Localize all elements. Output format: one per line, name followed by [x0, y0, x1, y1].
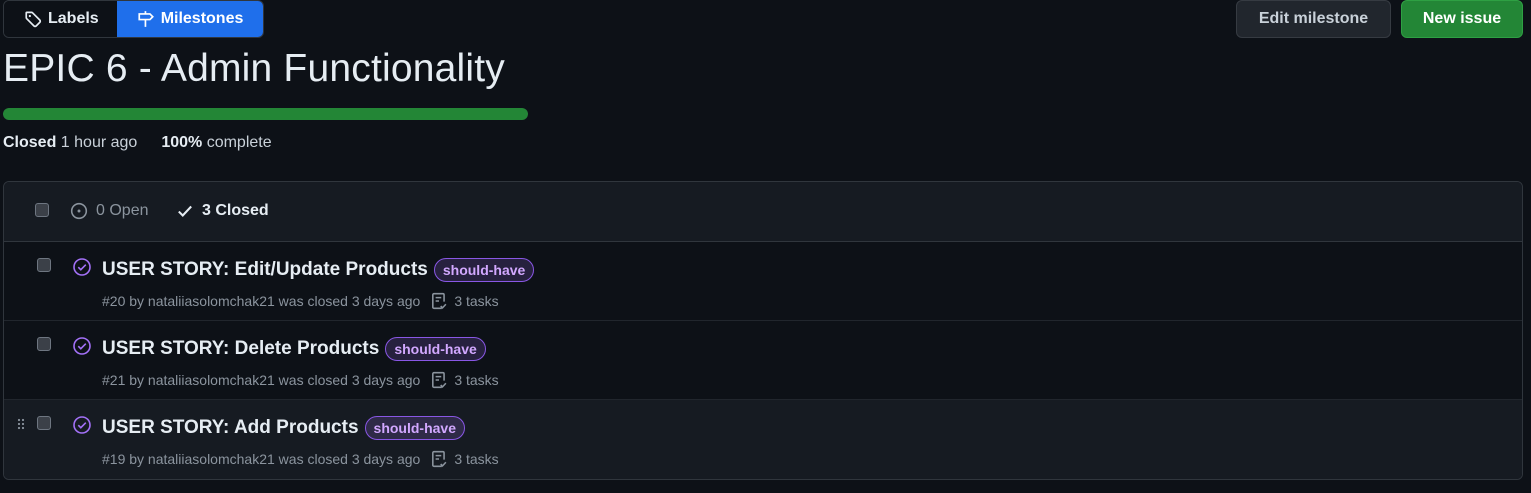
- tasklist-icon: [432, 292, 447, 310]
- closed-label: Closed: [3, 134, 57, 151]
- issue-meta: #20 by nataliiasolomchak21 was closed 3 …: [102, 292, 499, 310]
- issues-list-header: 0 Open 3 Closed: [4, 182, 1522, 242]
- new-issue-button[interactable]: New issue: [1401, 0, 1523, 38]
- closed-status: Closed 1 hour ago: [3, 134, 137, 152]
- tasklist-icon: [432, 371, 447, 389]
- issue-title-link[interactable]: USER STORY: Add Products: [102, 417, 359, 439]
- issue-title-line: USER STORY: Delete Products should-have: [102, 337, 486, 361]
- issue-meta-text: #21 by nataliiasolomchak21 was closed 3 …: [102, 372, 421, 388]
- completion-percent: 100%: [161, 134, 203, 151]
- milestone-title: EPIC 6 - Admin Functionality: [3, 47, 505, 90]
- issue-title-link[interactable]: USER STORY: Edit/Update Products: [102, 259, 428, 281]
- issue-tasks: 3 tasks: [430, 450, 499, 468]
- milestones-tab[interactable]: Milestones: [116, 1, 264, 37]
- issue-tasks: 3 tasks: [430, 292, 499, 310]
- open-issues-filter[interactable]: 0 Open: [70, 202, 148, 220]
- issue-title-line: USER STORY: Edit/Update Products should-…: [102, 258, 535, 282]
- issue-open-icon: [70, 202, 88, 220]
- milestones-tab-label: Milestones: [160, 10, 244, 27]
- completion-label: complete: [206, 134, 272, 151]
- issue-meta: #19 by nataliiasolomchak21 was closed 3 …: [102, 450, 499, 468]
- issue-closed-icon: [73, 337, 91, 355]
- milestone-progress-bar: [3, 108, 528, 120]
- issue-label[interactable]: should-have: [385, 337, 486, 361]
- issue-label[interactable]: should-have: [364, 416, 465, 440]
- milestone-icon: [138, 11, 154, 27]
- milestone-progress-fill: [3, 108, 528, 120]
- issue-meta-text: #20 by nataliiasolomchak21 was closed 3 …: [102, 293, 421, 309]
- issue-title-link[interactable]: USER STORY: Delete Products: [102, 338, 379, 360]
- issues-list: 0 Open 3 Closed USER STORY: Edit/Update …: [3, 181, 1523, 480]
- closed-issues-filter[interactable]: 3 Closed: [176, 202, 269, 220]
- tasklist-icon: [432, 450, 447, 468]
- issue-tasks-count: 3 tasks: [454, 372, 499, 388]
- issue-tasks-count: 3 tasks: [454, 451, 499, 467]
- issue-checkbox[interactable]: [37, 337, 51, 351]
- completion-status: 100% complete: [161, 134, 271, 152]
- edit-milestone-button[interactable]: Edit milestone: [1236, 0, 1391, 38]
- issue-row: USER STORY: Edit/Update Products should-…: [4, 242, 1522, 321]
- tag-icon: [25, 11, 42, 28]
- labels-milestones-nav: Labels Milestones: [3, 0, 265, 38]
- issue-label[interactable]: should-have: [433, 258, 535, 282]
- grabber-icon[interactable]: [17, 417, 25, 431]
- select-all-checkbox[interactable]: [35, 203, 49, 217]
- milestone-meta: Closed 1 hour ago 100% complete: [3, 134, 272, 152]
- open-issues-count: 0 Open: [96, 202, 149, 219]
- issue-tasks-count: 3 tasks: [454, 293, 499, 309]
- issue-checkbox[interactable]: [37, 416, 51, 430]
- closed-issues-count: 3 Closed: [202, 202, 269, 219]
- issue-row: USER STORY: Add Products should-have #19…: [4, 400, 1522, 479]
- issue-closed-icon: [73, 416, 91, 434]
- closed-time: 1 hour ago: [60, 134, 138, 151]
- check-icon: [178, 205, 192, 217]
- issue-row: USER STORY: Delete Products should-have …: [4, 321, 1522, 400]
- issue-meta: #21 by nataliiasolomchak21 was closed 3 …: [102, 371, 499, 389]
- issue-tasks: 3 tasks: [430, 371, 499, 389]
- labels-tab[interactable]: Labels: [4, 1, 117, 37]
- issue-closed-icon: [73, 258, 91, 276]
- issue-title-line: USER STORY: Add Products should-have: [102, 416, 465, 440]
- issue-checkbox[interactable]: [37, 258, 51, 272]
- issue-meta-text: #19 by nataliiasolomchak21 was closed 3 …: [102, 451, 421, 467]
- labels-tab-label: Labels: [48, 10, 99, 27]
